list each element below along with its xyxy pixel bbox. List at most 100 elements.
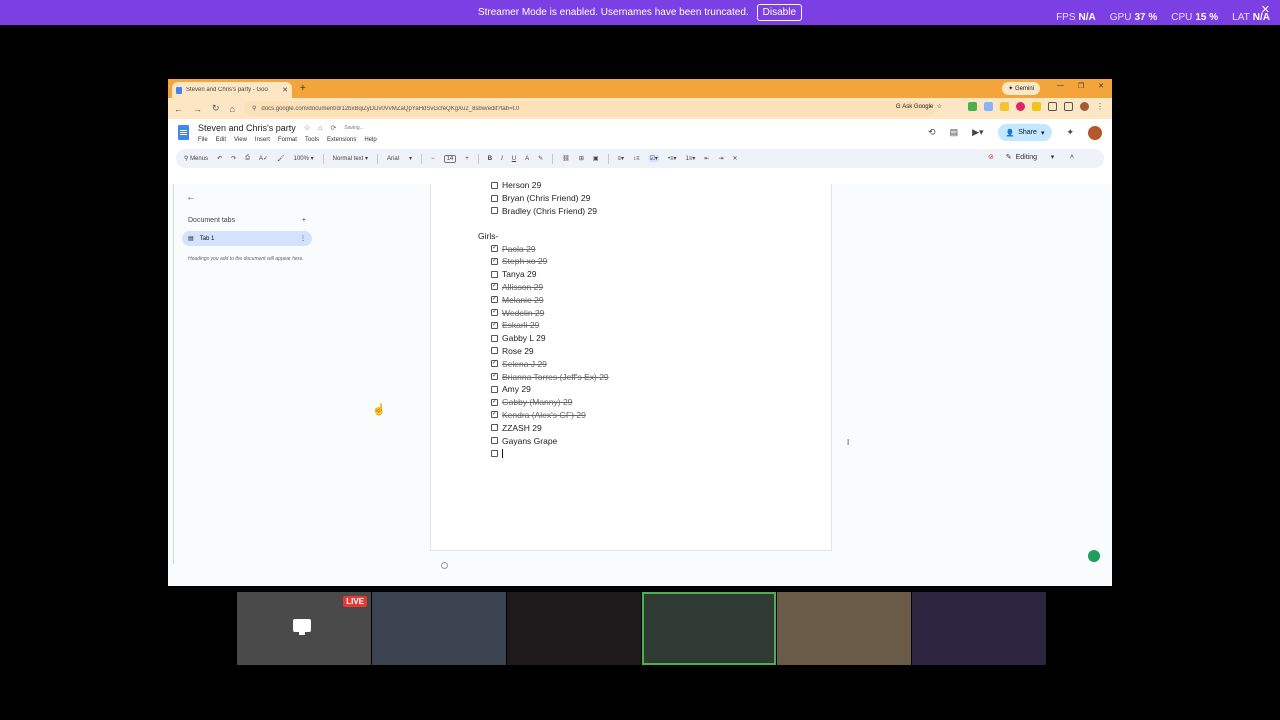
- extension-blue-icon[interactable]: [984, 102, 993, 111]
- grammarly-icon[interactable]: [1088, 550, 1100, 562]
- style-select[interactable]: Normal text ▾: [333, 155, 368, 162]
- explore-icon[interactable]: [441, 562, 448, 569]
- menus-search[interactable]: ⚲ Menus: [184, 155, 208, 162]
- font-size-input[interactable]: 14: [443, 154, 457, 163]
- checkbox[interactable]: [491, 437, 498, 445]
- link-icon[interactable]: ⛓: [562, 155, 570, 162]
- collapse-toolbar-icon[interactable]: ˄: [1058, 154, 1074, 161]
- font-select[interactable]: Arial ▾: [387, 155, 412, 162]
- menu-format[interactable]: Format: [278, 137, 297, 143]
- checkbox-checked[interactable]: ✓: [491, 398, 498, 406]
- checkbox-checked[interactable]: ✓: [491, 309, 498, 317]
- home-icon[interactable]: ⌂: [230, 104, 235, 114]
- sidepanel-icon[interactable]: [1064, 102, 1073, 111]
- undo-icon[interactable]: ↶: [217, 155, 222, 162]
- reload-icon[interactable]: ↻: [212, 103, 220, 114]
- close-icon[interactable]: ✕: [1261, 3, 1270, 16]
- menu-file[interactable]: File: [198, 137, 208, 143]
- window-close-icon[interactable]: ✕: [1098, 82, 1104, 90]
- minimize-icon[interactable]: —: [1057, 82, 1064, 90]
- list-item[interactable]: Tanya 29: [478, 268, 609, 281]
- back-icon[interactable]: ←: [174, 104, 183, 114]
- increase-font-icon[interactable]: +: [465, 156, 469, 162]
- star-icon[interactable]: ☆: [304, 124, 310, 132]
- camera-tile[interactable]: [507, 592, 641, 665]
- menu-tools[interactable]: Tools: [305, 137, 319, 143]
- gemini-sparkle-icon[interactable]: ✦: [1066, 127, 1074, 138]
- list-item[interactable]: ✓ Paola 29: [478, 242, 609, 255]
- comment-icon[interactable]: ⊞: [579, 155, 584, 162]
- extension-green-icon[interactable]: [968, 102, 977, 111]
- list-item[interactable]: ✓ Steph xo 29: [478, 255, 609, 268]
- checkbox[interactable]: [491, 449, 498, 457]
- checkbox-checked[interactable]: ✓: [491, 321, 498, 329]
- zoom-select[interactable]: 100% ▾: [294, 155, 314, 162]
- new-tab-icon[interactable]: +: [300, 83, 306, 94]
- list-item[interactable]: ✓ Kendra (Alex's GF) 29: [478, 409, 609, 422]
- list-item[interactable]: Bradley (Chris Friend) 29: [478, 205, 609, 218]
- browser-tab[interactable]: Steven and Chris's party - Goo ✕: [172, 82, 292, 98]
- add-tab-icon[interactable]: +: [302, 217, 306, 224]
- checkbox[interactable]: [491, 385, 498, 393]
- mic-off-icon[interactable]: ⊘: [988, 153, 994, 161]
- checkbox[interactable]: [491, 424, 498, 432]
- list-item[interactable]: ✓ Allisson 29: [478, 281, 609, 294]
- omnibox[interactable]: ⚲ docs.google.com/document/d/12bxBqiZyDD…: [244, 101, 936, 116]
- redo-icon[interactable]: ↷: [231, 155, 236, 162]
- checkbox[interactable]: [491, 207, 498, 215]
- increase-indent-icon[interactable]: ⇥: [718, 155, 723, 162]
- align-icon[interactable]: ≡▾: [618, 155, 625, 162]
- bookmark-star-icon[interactable]: ☆: [937, 103, 942, 110]
- list-item[interactable]: Rose 29: [478, 345, 609, 358]
- list-item[interactable]: ✓ Selena J 29: [478, 357, 609, 370]
- line-spacing-icon[interactable]: ↕≡: [633, 156, 640, 162]
- site-info-icon[interactable]: ⚲: [252, 105, 256, 112]
- document-page[interactable]: Herson 29 Bryan (Chris Friend) 29 Bradle…: [430, 180, 849, 551]
- chevron-down-icon[interactable]: ▾: [1041, 129, 1045, 137]
- list-item[interactable]: ✓ Wedelin 29: [478, 306, 609, 319]
- checklist-icon[interactable]: ☑▾: [648, 155, 659, 162]
- list-item[interactable]: Herson 29: [478, 179, 609, 192]
- text-color-icon[interactable]: A: [525, 156, 529, 162]
- checkbox-checked[interactable]: ✓: [491, 283, 498, 291]
- checkbox-checked[interactable]: ✓: [491, 296, 498, 304]
- checkbox[interactable]: [491, 334, 498, 342]
- image-icon[interactable]: ▣: [593, 155, 599, 162]
- menu-edit[interactable]: Edit: [216, 137, 226, 143]
- checkbox-checked[interactable]: ✓: [491, 245, 498, 253]
- ask-google-button[interactable]: G Ask Google ☆: [896, 103, 942, 111]
- list-item[interactable]: ZZASH 29: [478, 421, 609, 434]
- print-icon[interactable]: ⎙: [245, 155, 250, 162]
- close-tab-icon[interactable]: ✕: [282, 86, 288, 94]
- menu-insert[interactable]: Insert: [255, 137, 270, 143]
- checkbox-checked[interactable]: ✓: [491, 257, 498, 265]
- numbered-list-icon[interactable]: 1≡▾: [686, 155, 696, 162]
- disable-streamer-mode-button[interactable]: Disable: [756, 4, 803, 21]
- extension-red-icon[interactable]: [1016, 102, 1025, 111]
- editing-mode-select[interactable]: ⊘ ✎ Editing ▾ ˄: [988, 153, 1074, 162]
- checkbox-checked[interactable]: ✓: [491, 411, 498, 419]
- avatar[interactable]: [1088, 125, 1102, 140]
- list-item[interactable]: Amy 29: [478, 383, 609, 396]
- browser-menu-icon[interactable]: ⋮: [1096, 102, 1104, 111]
- decrease-font-icon[interactable]: −: [431, 156, 435, 162]
- paint-format-icon[interactable]: 🖌: [277, 155, 285, 162]
- list-item-new[interactable]: [478, 447, 609, 460]
- close-outline-icon[interactable]: ←: [186, 192, 312, 203]
- extension-yellow-icon[interactable]: [1000, 102, 1009, 111]
- share-button[interactable]: 👤 Share ▾: [997, 124, 1053, 141]
- docs-logo-icon[interactable]: [178, 125, 189, 140]
- decrease-indent-icon[interactable]: ⇤: [704, 155, 709, 162]
- camera-tile[interactable]: [912, 592, 1046, 665]
- list-item[interactable]: ✓ Brianna Torres (Jeff's Ex) 29: [478, 370, 609, 383]
- camera-tile[interactable]: [777, 592, 911, 665]
- move-folder-icon[interactable]: ⌂: [318, 125, 322, 132]
- version-history-icon[interactable]: ⟲: [928, 127, 936, 138]
- list-item[interactable]: Gabby L 29: [478, 332, 609, 345]
- menu-extensions[interactable]: Extensions: [327, 137, 356, 143]
- menu-help[interactable]: Help: [364, 137, 376, 143]
- profile-avatar-icon[interactable]: [1080, 102, 1089, 111]
- highlight-icon[interactable]: ✎: [538, 155, 543, 162]
- gemini-button[interactable]: ✦ Gemini: [1002, 82, 1040, 95]
- checkbox[interactable]: [491, 181, 498, 189]
